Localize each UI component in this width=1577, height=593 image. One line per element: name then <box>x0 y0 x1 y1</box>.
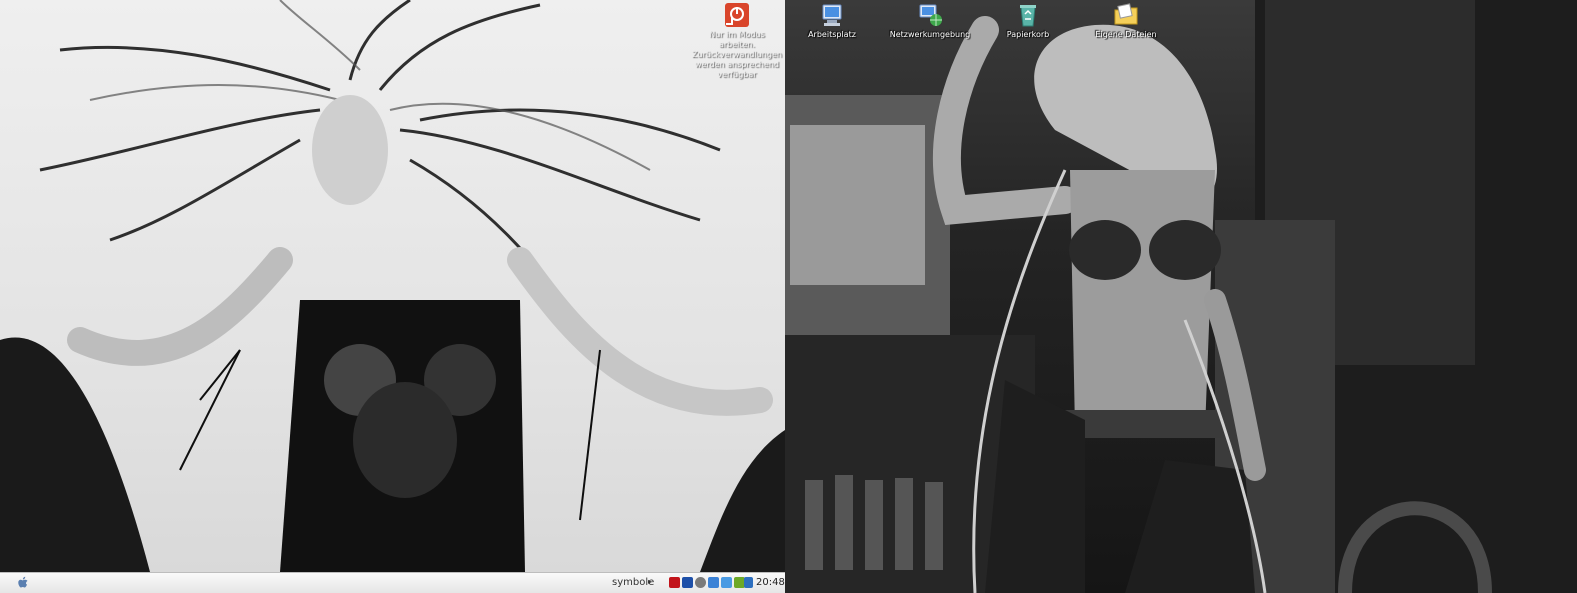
av-icon[interactable] <box>695 577 706 588</box>
desktop-icon-label: Papierkorb <box>1006 30 1050 39</box>
left-wallpaper <box>0 0 785 572</box>
desktop-icon-papierkorb[interactable]: Papierkorb <box>983 2 1073 40</box>
warning-icon-label: Nur im Modus arbeiten. Zurückverwandlung… <box>692 30 782 79</box>
desktop-icon-arbeitsplatz[interactable]: Arbeitsplatz <box>787 2 877 40</box>
desktop-icon-eigene-dateien[interactable]: Eigene Dateien <box>1081 2 1171 40</box>
apple-menu-icon[interactable] <box>16 576 30 590</box>
right-wallpaper <box>785 0 1577 593</box>
right-monitor-desktop: Arbeitsplatz Netzwerkumgebung Papierkorb… <box>785 0 1577 593</box>
desktop-icon-netzwerkumgebung[interactable]: Netzwerkumgebung <box>885 2 975 40</box>
desktop-icon-label: Arbeitsplatz <box>808 30 856 39</box>
computer-icon <box>822 4 842 26</box>
network-places-icon <box>919 4 942 26</box>
left-monitor-desktop: Nur im Modus arbeiten. Zurückverwandlung… <box>0 0 785 593</box>
kaspersky-icon[interactable] <box>669 577 680 588</box>
display-icon[interactable] <box>744 577 753 588</box>
recycle-bin-icon <box>1020 5 1036 27</box>
warning-desktop-icon[interactable]: Nur im Modus arbeiten. Zurückverwandlung… <box>692 2 782 80</box>
toolbar-expand-arrow-icon[interactable]: ▸ <box>648 577 652 586</box>
taskbar: symbole ▸ 20:48 <box>0 572 785 593</box>
flag-icon[interactable] <box>682 577 693 588</box>
desktop-icon-label: Eigene Dateien <box>1095 30 1157 39</box>
desktop-icon-label: Netzwerkumgebung <box>889 30 971 39</box>
network-icon[interactable] <box>708 577 719 588</box>
warning-icon <box>725 3 749 27</box>
taskbar-clock[interactable]: 20:48 <box>756 577 785 588</box>
my-documents-icon <box>1114 3 1138 25</box>
monitor-icon[interactable] <box>721 577 732 588</box>
